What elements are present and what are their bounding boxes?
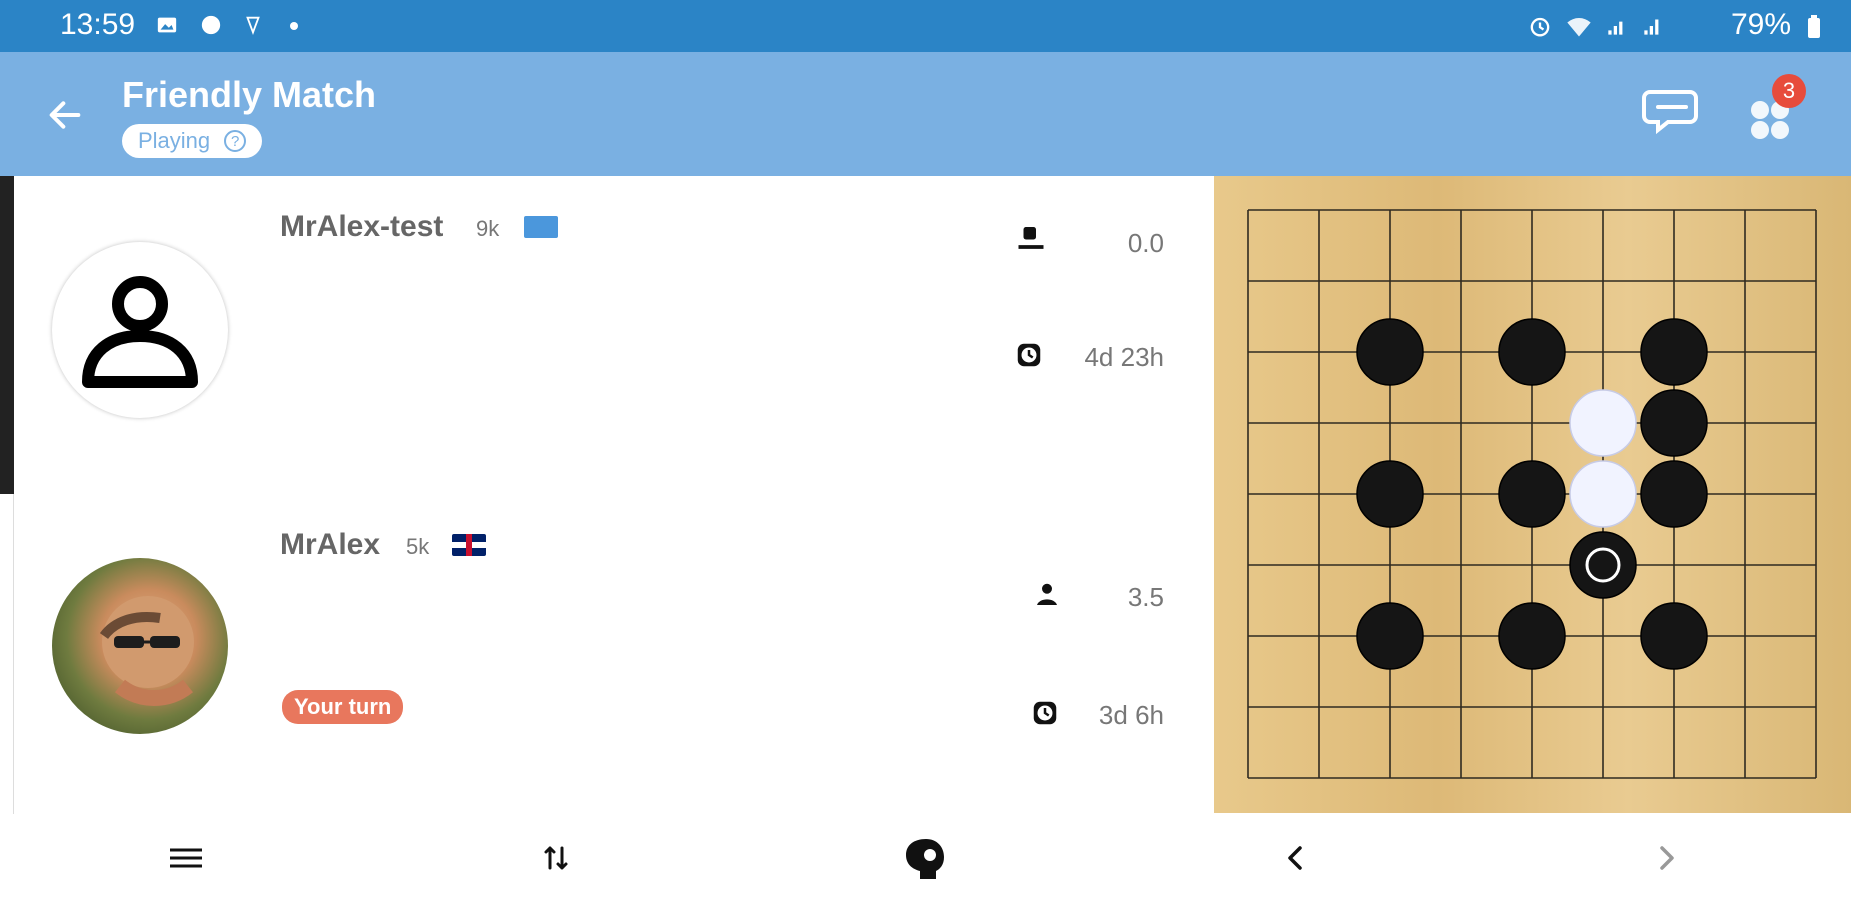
brain-icon	[906, 839, 944, 879]
black-stone	[1498, 602, 1566, 670]
avatar-photo	[99, 596, 194, 706]
player-1-avatar[interactable]	[52, 242, 228, 418]
bottom-navigation	[0, 814, 1851, 900]
chat-button[interactable]	[1640, 82, 1704, 142]
app-bar: Friendly Match Playing ? 3	[0, 52, 1851, 176]
system-status-bar: 13:59 79%	[0, 0, 1851, 52]
signal-icon-2	[1644, 19, 1659, 35]
signal-icon	[1608, 21, 1623, 35]
arrow-left-icon	[49, 101, 81, 129]
chat-bubble-icon	[201, 15, 221, 35]
black-stone	[1640, 389, 1708, 457]
player-2-rank: 5k	[406, 534, 430, 559]
player-1-time: 4d 23h	[1084, 342, 1164, 372]
black-stone	[1356, 460, 1424, 528]
black-stone	[1498, 460, 1566, 528]
black-stone	[1640, 460, 1708, 528]
board-grid[interactable]	[1214, 176, 1851, 813]
app-icon	[246, 16, 260, 35]
next-button[interactable]	[1636, 828, 1696, 888]
captures-icon-2	[1037, 583, 1057, 605]
wifi-icon	[1567, 18, 1591, 37]
chat-icon	[1642, 90, 1698, 135]
player-2-name: MrAlex	[280, 528, 381, 561]
players-panel: MrAlex-test 9k 0.0 4d 23h MrAlex 5k Your…	[14, 176, 1214, 814]
battery-percent: 79%	[1730, 8, 1791, 41]
analysis-button[interactable]	[895, 828, 955, 888]
menu-icon	[170, 848, 202, 868]
previous-button[interactable]	[1266, 828, 1326, 888]
player-2-flag	[452, 534, 486, 556]
page-title: Friendly Match	[122, 74, 377, 115]
player-1-flag	[524, 216, 558, 238]
battery-icon	[1808, 15, 1820, 38]
status-right-icons	[1526, 12, 1666, 40]
player-1-score: 0.0	[1127, 228, 1164, 258]
dot-icon	[290, 22, 298, 30]
go-board[interactable]	[1214, 176, 1851, 813]
player-1-rank: 9k	[476, 216, 500, 241]
black-stone	[1356, 602, 1424, 670]
swap-button[interactable]	[526, 828, 586, 888]
clock-icon-2	[1033, 701, 1057, 725]
chevron-right-icon	[1660, 846, 1674, 870]
help-icon[interactable]: ?	[224, 130, 247, 152]
player-2-time: 3d 6h	[1098, 700, 1164, 730]
chevron-left-icon	[1288, 846, 1302, 870]
back-button[interactable]	[40, 90, 90, 140]
captures-icon	[1018, 227, 1044, 249]
game-status-label: Playing	[138, 128, 211, 153]
swap-icon	[544, 846, 568, 870]
player-2-score: 3.5	[1127, 582, 1164, 612]
clock-icon	[1017, 343, 1041, 367]
black-stone	[1569, 531, 1637, 599]
black-stone	[1356, 318, 1424, 386]
current-player-indicator	[0, 176, 14, 494]
game-status-pill[interactable]: Playing ?	[122, 124, 263, 158]
black-stone	[1498, 318, 1566, 386]
alarm-icon	[1530, 17, 1550, 37]
menu-button[interactable]	[156, 828, 216, 888]
black-stone	[1640, 318, 1708, 386]
image-icon	[157, 17, 177, 33]
notification-badge: 3	[1772, 74, 1806, 108]
white-stone	[1569, 389, 1637, 457]
status-time: 13:59	[60, 8, 136, 41]
user-icon	[82, 276, 198, 388]
your-turn-badge: Your turn	[282, 690, 404, 724]
player-1-name: MrAlex-test	[280, 210, 444, 243]
white-stone	[1569, 460, 1637, 528]
black-stone	[1640, 602, 1708, 670]
player-2-avatar[interactable]	[52, 558, 228, 734]
